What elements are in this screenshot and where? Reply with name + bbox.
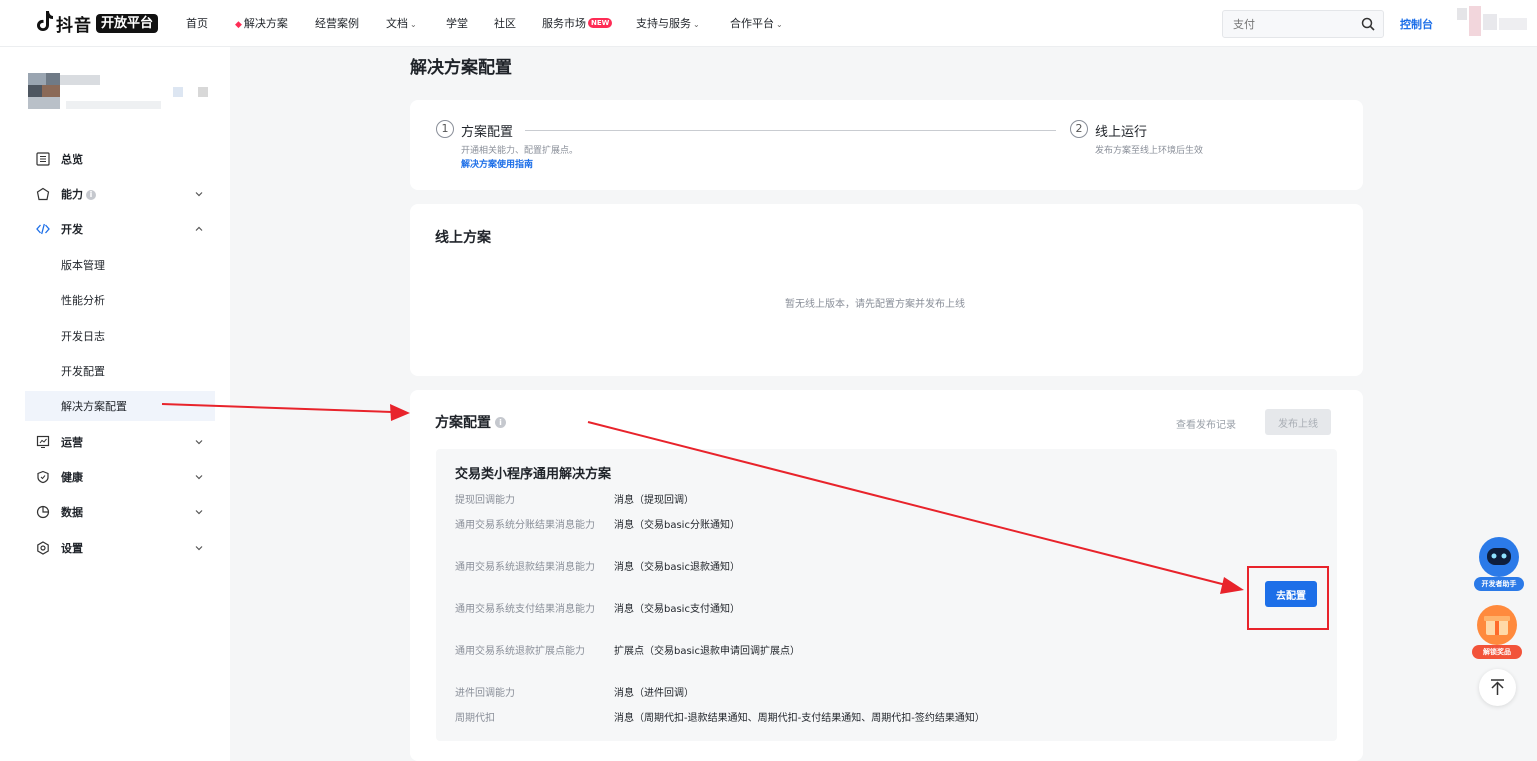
search-box[interactable] <box>1222 10 1384 38</box>
diamond-icon: ◆ <box>235 20 242 30</box>
row-value: 消息（提现回调） <box>614 495 694 506</box>
reward-label: 解锁奖品 <box>1472 645 1522 659</box>
sidebar-sub-solution-config[interactable]: 解决方案配置 <box>25 391 215 421</box>
chevron-down-icon <box>195 510 203 515</box>
step-2-desc: 发布方案至线上环境后生效 <box>1095 146 1204 156</box>
sidebar-item-overview[interactable]: 总览 <box>0 142 230 176</box>
pie-chart-icon <box>36 505 50 519</box>
gift-icon <box>1477 605 1517 645</box>
step-1-number: 1 <box>436 120 454 138</box>
chevron-down-icon: ⌄ <box>410 20 417 29</box>
row-value: 扩展点（交易basic退款申请回调扩展点） <box>614 646 800 657</box>
capability-icon <box>36 187 50 201</box>
annotation-highlight-box <box>1247 566 1329 630</box>
row-label: 进件回调能力 <box>455 688 515 699</box>
nav-item-market[interactable]: 服务市场 NEW <box>542 16 613 32</box>
publish-history-link[interactable]: 查看发布记录 <box>1176 416 1236 431</box>
nav-item-solutions[interactable]: ◆ 解决方案 <box>235 16 288 33</box>
nav-item-partners[interactable]: 合作平台 ⌄ <box>730 16 783 33</box>
sidebar-item-settings[interactable]: 设置 <box>0 531 230 565</box>
config-title: 方案配置 i <box>435 412 506 432</box>
step-connector <box>525 130 1056 131</box>
top-nav: 抖音 开放平台 首页 ◆ 解决方案 经营案例 文档 ⌄ 学堂 社区 服务市场 NEW … <box>0 0 1537 47</box>
step-2-title: 线上运行 <box>1095 125 1148 140</box>
sidebar-sub-dev-config[interactable]: 开发配置 <box>25 356 215 386</box>
row-label: 周期代扣 <box>455 713 495 724</box>
page-title: 解决方案配置 <box>410 58 512 78</box>
step-1-title: 方案配置 <box>461 125 514 140</box>
robot-icon <box>1479 537 1519 577</box>
new-badge: NEW <box>588 18 613 28</box>
info-icon: i <box>495 417 506 428</box>
chevron-up-icon <box>195 226 203 231</box>
nav-item-community[interactable]: 社区 <box>494 16 516 32</box>
chevron-down-icon <box>195 546 203 551</box>
online-plan-card: 线上方案 暂无线上版本，请先配置方案并发布上线 <box>410 204 1363 376</box>
chevron-down-icon: ⌄ <box>776 20 783 29</box>
solution-panel: 交易类小程序通用解决方案 提现回调能力 消息（提现回调） 通用交易系统分账结果消… <box>436 449 1337 741</box>
row-label: 通用交易系统分账结果消息能力 <box>455 520 595 531</box>
row-value: 消息（进件回调） <box>614 688 694 699</box>
sidebar-item-health[interactable]: 健康 <box>0 460 230 494</box>
solution-guide-link[interactable]: 解决方案使用指南 <box>461 157 533 170</box>
row-label: 通用交易系统退款扩展点能力 <box>455 646 585 657</box>
online-plan-title: 线上方案 <box>435 230 491 246</box>
tiktok-note-icon <box>36 10 54 37</box>
back-to-top-button[interactable] <box>1479 669 1516 706</box>
row-value: 消息（交易basic退款通知） <box>614 562 740 573</box>
step-2-number: 2 <box>1070 120 1088 138</box>
dashboard-icon <box>36 152 50 166</box>
nav-item-docs[interactable]: 文档 ⌄ <box>386 16 417 33</box>
sidebar-sub-version[interactable]: 版本管理 <box>25 250 215 280</box>
console-link[interactable]: 控制台 <box>1400 16 1433 32</box>
code-icon <box>36 223 50 235</box>
search-input[interactable] <box>1223 11 1353 37</box>
arrow-head-1 <box>390 404 410 421</box>
row-value: 消息（交易basic支付通知） <box>614 604 740 615</box>
sidebar-sub-logs[interactable]: 开发日志 <box>25 321 215 351</box>
health-icon <box>37 470 49 484</box>
sidebar: 总览 能力 i 开发 版本管理 性能分析 开发日志 开发配置 解决方案配置 运营 … <box>0 47 230 761</box>
sidebar-item-develop[interactable]: 开发 <box>0 212 230 246</box>
user-avatar[interactable] <box>1457 6 1527 36</box>
sidebar-item-data[interactable]: 数据 <box>0 495 230 529</box>
operations-icon <box>36 435 50 448</box>
chevron-down-icon <box>195 475 203 480</box>
sidebar-item-operations[interactable]: 运营 <box>0 425 230 459</box>
chevron-down-icon: ⌄ <box>693 20 700 29</box>
developer-assistant-widget[interactable]: 开发者助手 <box>1474 535 1524 591</box>
steps-card: 1 方案配置 开通相关能力、配置扩展点。 解决方案使用指南 2 线上运行 发布方… <box>410 100 1363 190</box>
solution-title: 交易类小程序通用解决方案 <box>455 467 612 482</box>
row-label: 提现回调能力 <box>455 495 515 506</box>
info-icon: i <box>86 190 96 200</box>
chevron-down-icon <box>195 440 203 445</box>
nav-item-support[interactable]: 支持与服务 ⌄ <box>636 16 700 33</box>
assistant-label: 开发者助手 <box>1474 577 1524 591</box>
publish-button[interactable]: 发布上线 <box>1265 409 1331 435</box>
row-label: 通用交易系统支付结果消息能力 <box>455 604 595 615</box>
reward-widget[interactable]: 解锁奖品 <box>1472 603 1524 659</box>
empty-state-text: 暂无线上版本，请先配置方案并发布上线 <box>785 299 965 310</box>
chevron-down-icon <box>195 192 203 197</box>
arrow-up-icon <box>1491 679 1504 695</box>
search-icon[interactable] <box>1361 17 1375 31</box>
row-value: 消息（交易basic分账通知） <box>614 520 740 531</box>
app-avatar <box>28 73 213 111</box>
step-1-desc: 开通相关能力、配置扩展点。 <box>461 146 579 156</box>
logo-text: 抖音 <box>56 15 92 36</box>
nav-item-academy[interactable]: 学堂 <box>446 16 468 32</box>
douyin-logo[interactable]: 抖音 开放平台 <box>36 10 159 37</box>
nav-item-home[interactable]: 首页 <box>186 16 208 32</box>
row-value: 消息（周期代扣-退款结果通知、周期代扣-支付结果通知、周期代扣-签约结果通知） <box>614 713 985 724</box>
logo-badge: 开放平台 <box>96 13 159 33</box>
sidebar-item-capability[interactable]: 能力 i <box>0 177 230 211</box>
nav-item-cases[interactable]: 经营案例 <box>315 16 359 32</box>
sidebar-sub-performance[interactable]: 性能分析 <box>25 285 215 315</box>
settings-icon <box>37 541 49 555</box>
row-label: 通用交易系统退款结果消息能力 <box>455 562 595 573</box>
